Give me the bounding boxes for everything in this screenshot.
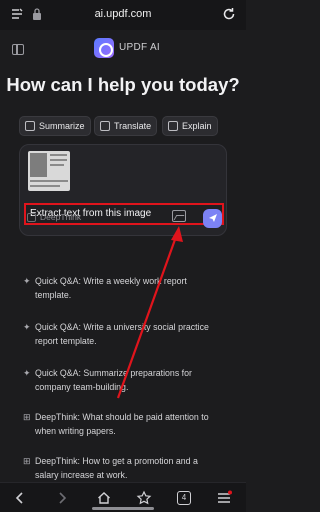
explain-button[interactable]: Explain xyxy=(162,116,218,136)
sparkle-icon: ✦ xyxy=(23,322,31,332)
send-icon xyxy=(208,214,217,222)
send-button[interactable] xyxy=(203,209,222,228)
sparkle-icon: ✦ xyxy=(23,368,31,378)
translate-button[interactable]: Translate xyxy=(94,116,158,136)
updf-logo xyxy=(94,38,114,58)
menu-icon[interactable] xyxy=(216,490,232,506)
translate-icon xyxy=(100,121,110,131)
deepthink-toggle[interactable]: DeepThink xyxy=(27,208,81,226)
summarize-icon xyxy=(25,121,35,131)
suggestion-item[interactable]: ⊞ DeepThink: How to get a promotion and … xyxy=(23,455,233,482)
url-text[interactable]: ai.updf.com xyxy=(0,8,246,20)
home-indicator xyxy=(92,507,154,510)
back-icon[interactable] xyxy=(12,490,28,506)
page-title: How can I help you today? xyxy=(6,74,240,95)
explain-icon xyxy=(168,121,178,131)
deepthink-icon: ⊞ xyxy=(23,412,31,422)
summarize-label: Summarize xyxy=(39,121,85,131)
suggestion-item[interactable]: ✦ Quick Q&A: Write a university social p… xyxy=(23,321,233,348)
app-header: UPDF AI xyxy=(0,36,246,62)
deepthink-icon: ⊞ xyxy=(23,456,31,466)
bookmark-icon[interactable] xyxy=(136,490,152,506)
summarize-button[interactable]: Summarize xyxy=(19,116,91,136)
suggestion-item[interactable]: ✦ Quick Q&A: Summarize preparations for … xyxy=(23,367,233,394)
sparkle-icon: ✦ xyxy=(23,276,31,286)
refresh-icon[interactable] xyxy=(222,7,236,21)
forward-icon[interactable] xyxy=(54,490,70,506)
tabs-count: 4 xyxy=(181,493,187,502)
app-title: UPDF AI xyxy=(119,42,160,53)
tabs-icon[interactable]: 4 xyxy=(177,491,191,505)
image-upload-icon[interactable] xyxy=(172,210,186,222)
home-icon[interactable] xyxy=(96,490,112,506)
deepthink-icon xyxy=(27,212,36,222)
translate-label: Translate xyxy=(114,121,152,131)
browser-bar: ai.updf.com xyxy=(0,0,246,30)
suggestion-item[interactable]: ✦ Quick Q&A: Write a weekly work report … xyxy=(23,275,233,302)
sidebar-toggle-icon[interactable] xyxy=(12,44,24,55)
deepthink-label: DeepThink xyxy=(40,212,82,222)
suggestion-item[interactable]: ⊞ DeepThink: What should be paid attenti… xyxy=(23,411,233,438)
explain-label: Explain xyxy=(182,121,212,131)
attached-image-thumbnail[interactable] xyxy=(28,151,70,191)
